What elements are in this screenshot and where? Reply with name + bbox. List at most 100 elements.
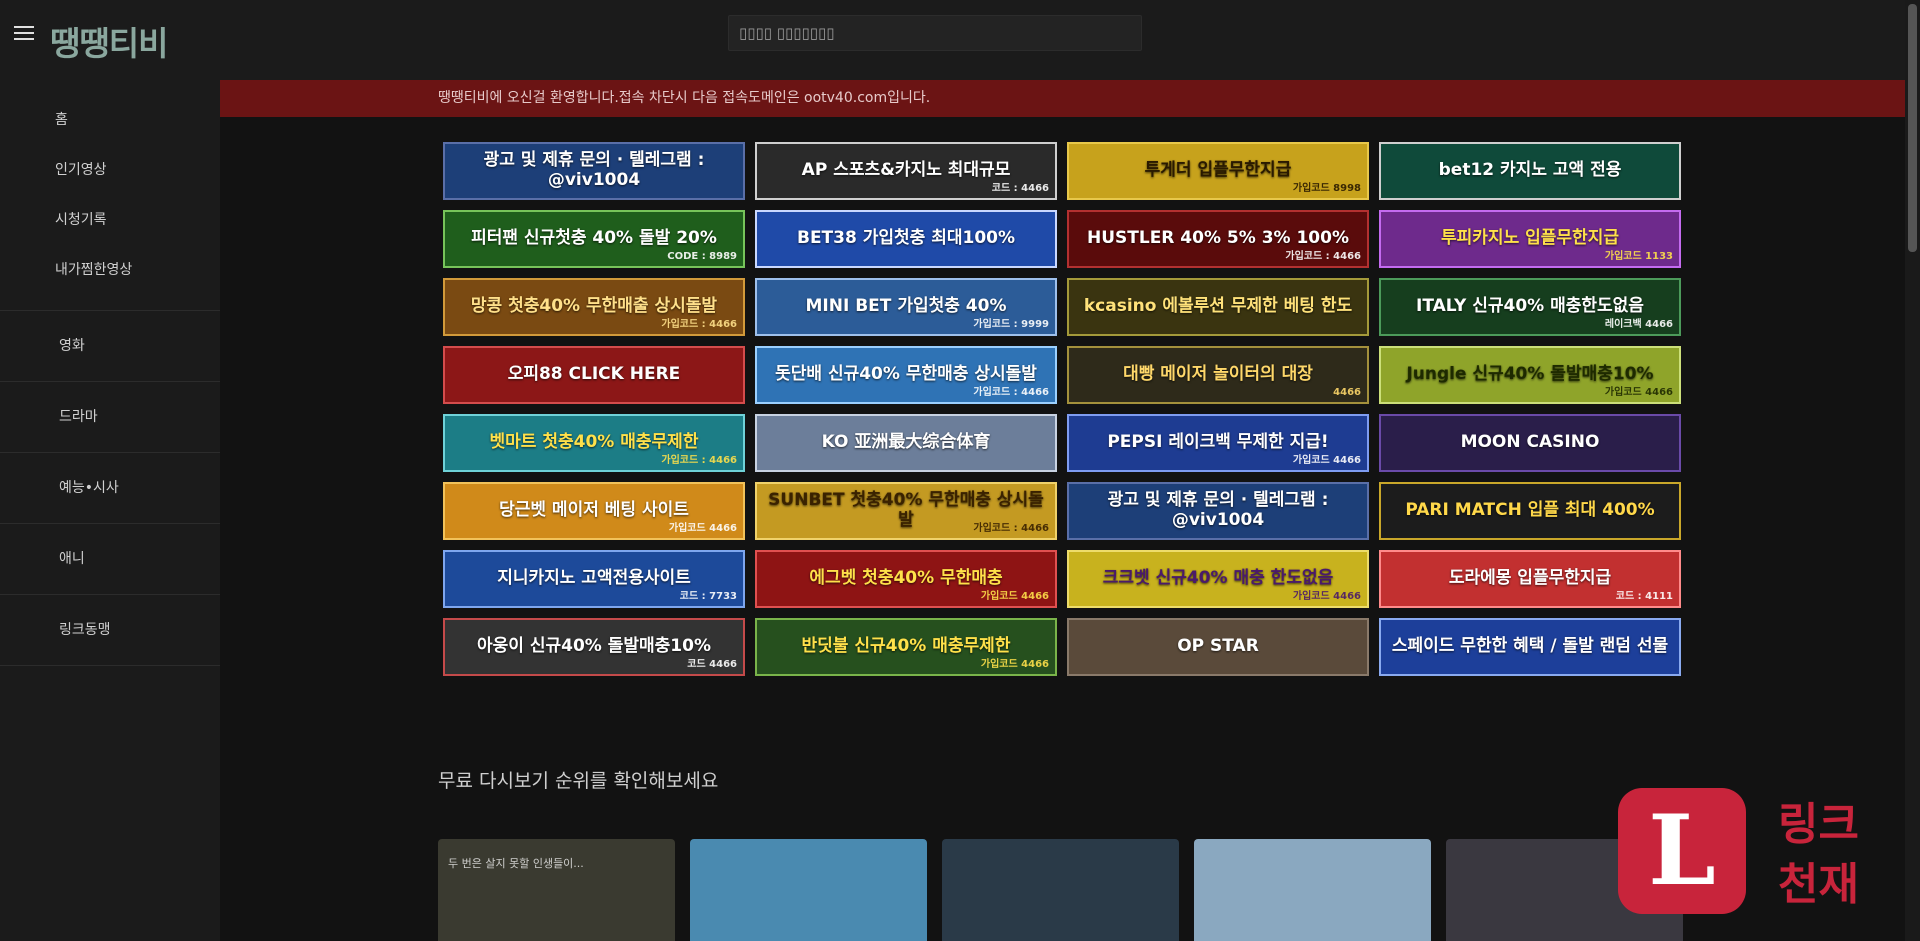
page-scrollbar[interactable] bbox=[1905, 0, 1920, 941]
ad-banner[interactable]: 반딧불 신규40% 매충무제한 가입코드 4466 bbox=[755, 618, 1057, 676]
watermark-logo-box: L bbox=[1618, 788, 1746, 914]
sidebar-category-item[interactable]: 드라마 bbox=[0, 382, 220, 453]
ad-banner-text: 벳마트 첫충40% 매충무제한 bbox=[489, 432, 699, 453]
ad-banner-text: bet12 카지노 고액 전용 bbox=[1438, 160, 1622, 181]
sidebar: 홈 인기영상 시청기록 내가찜한영상 영화 드라마 예능•시사 애니 링크동맹 bbox=[0, 80, 220, 941]
ad-banner[interactable]: HUSTLER 40% 5% 3% 100% 가입코드 : 4466 bbox=[1067, 210, 1369, 268]
ad-banner[interactable]: 투게더 입플무한지급 가입코드 8998 bbox=[1067, 142, 1369, 200]
ad-banner[interactable]: 대빵 메이저 놀이터의 대장 4466 bbox=[1067, 346, 1369, 404]
ad-banner[interactable]: 당근벳 메이저 베팅 사이트가입코드 4466 bbox=[443, 482, 745, 540]
sidebar-category-item[interactable]: 애니 bbox=[0, 524, 220, 595]
ad-banner[interactable]: 지니카지노 고액전용사이트코드 : 7733 bbox=[443, 550, 745, 608]
scrollbar-thumb[interactable] bbox=[1908, 4, 1917, 252]
ad-banner[interactable]: kcasino 에볼루션 무제한 베팅 한도 bbox=[1067, 278, 1369, 336]
ad-banner-code: 가입코드 : 4466 bbox=[973, 523, 1049, 534]
ad-banner-code: 가입코드 : 4466 bbox=[1285, 251, 1361, 262]
ad-banner[interactable]: 도라에몽 입플무한지급 코드 : 4111 bbox=[1379, 550, 1681, 608]
sidebar-item[interactable]: 내가찜한영상 bbox=[0, 245, 220, 295]
link-genius-watermark: L 링크 천재 bbox=[1618, 788, 1888, 918]
ad-banner-code: 가입코드 : 4466 bbox=[661, 319, 737, 330]
ad-banner[interactable]: Jungle 신규40% 돌발매충10% 가입코드 4466 bbox=[1379, 346, 1681, 404]
ad-banner-text: 투피카지노 입플무한지급 bbox=[1441, 228, 1619, 249]
ad-banner-text: 돗단배 신규40% 무한매충 상시돌발 bbox=[775, 364, 1037, 385]
sidebar-item[interactable]: 인기영상 bbox=[0, 145, 220, 195]
ad-banner[interactable]: ITALY 신규40% 매충한도없음 레이크백 4466 bbox=[1379, 278, 1681, 336]
ad-banner-text: BET38 가입첫충 최대100% bbox=[796, 228, 1016, 249]
ad-banner-code: CODE : 8989 bbox=[667, 251, 737, 262]
ad-banner-text: ITALY 신규40% 매충한도없음 bbox=[1416, 296, 1644, 317]
ad-banner-code: 가입코드 4466 bbox=[1292, 455, 1361, 466]
section-title: 무료 다시보기 순위를 확인해보세요 bbox=[438, 770, 719, 792]
ad-banner[interactable]: 아웅이 신규40% 돌발매충10% 코드 4466 bbox=[443, 618, 745, 676]
ad-banner-text: 에그벳 첫충40% 무한매충 bbox=[809, 568, 1003, 589]
ad-banner[interactable]: PARI MATCH 입플 최대 400% bbox=[1379, 482, 1681, 540]
ad-banner-text: 피터팬 신규첫충 40% 돌발 20% bbox=[471, 228, 717, 249]
hamburger-menu-icon[interactable] bbox=[14, 24, 36, 42]
ad-banner-text: 오피88 CLICK HERE bbox=[507, 364, 681, 385]
ad-banner[interactable]: MINI BET 가입첫충 40% 가입코드 : 9999 bbox=[755, 278, 1057, 336]
ad-banner-code: 가입코드 : 9999 bbox=[973, 319, 1049, 330]
ad-banner-code: 가입코드 : 4466 bbox=[661, 455, 737, 466]
ad-banner-text: 대빵 메이저 놀이터의 대장 bbox=[1123, 364, 1313, 385]
ad-banner-text: AP 스포츠&카지노 최대규모 bbox=[801, 160, 1011, 181]
ad-banner-text: 도라에몽 입플무한지급 bbox=[1448, 568, 1612, 589]
sidebar-category-item[interactable]: 예능•시사 bbox=[0, 453, 220, 524]
ad-banner[interactable]: 돗단배 신규40% 무한매충 상시돌발가입코드 : 4466 bbox=[755, 346, 1057, 404]
ad-banner-code: 코드 : 7733 bbox=[679, 591, 737, 602]
poster-caption: 두 번은 살지 못할 인생들이... bbox=[448, 857, 584, 870]
ad-banner-text: 지니카지노 고액전용사이트 bbox=[497, 568, 691, 589]
ad-banner-code: 코드 : 4466 bbox=[991, 183, 1049, 194]
ad-banner[interactable]: AP 스포츠&카지노 최대규모코드 : 4466 bbox=[755, 142, 1057, 200]
ad-banner-code: 가입코드 4466 bbox=[980, 591, 1049, 602]
ad-banner[interactable]: 크크벳 신규40% 매충 한도없음 가입코드 4466 bbox=[1067, 550, 1369, 608]
ad-banner-text: kcasino 에볼루션 무제한 베팅 한도 bbox=[1083, 296, 1353, 317]
ad-banner-text: 투게더 입플무한지급 bbox=[1144, 160, 1292, 181]
ad-banner[interactable]: 오피88 CLICK HERE bbox=[443, 346, 745, 404]
ad-banner[interactable]: SUNBET 첫충40% 무한매충 상시돌발 가입코드 : 4466 bbox=[755, 482, 1057, 540]
sidebar-item[interactable]: 시청기록 bbox=[0, 195, 220, 245]
ad-banner-text: PEPSI 레이크백 무제한 지급! bbox=[1107, 432, 1329, 453]
watermark-text-line1: 링크 bbox=[1778, 799, 1859, 850]
sidebar-category-nav: 영화 드라마 예능•시사 애니 링크동맹 bbox=[0, 311, 220, 666]
ad-banner-code: 4466 bbox=[1333, 387, 1361, 398]
sidebar-category-item[interactable]: 링크동맹 bbox=[0, 595, 220, 666]
ad-banner[interactable]: 광고 및 제휴 문의 · 텔레그램 : @viv1004 bbox=[1067, 482, 1369, 540]
site-logo[interactable]: 땡땡티비 bbox=[50, 17, 168, 65]
app-root: 땡땡티비 홈인기영상시청기록내가찜한영상 영화드라마예능•시사애니링크동맹 땡땡… bbox=[0, 0, 1920, 941]
ad-banner-text: 망콩 첫충40% 무한매출 상시돌발 bbox=[470, 296, 718, 317]
ad-banner[interactable]: BET38 가입첫충 최대100% bbox=[755, 210, 1057, 268]
poster-card[interactable] bbox=[690, 839, 927, 941]
ad-banner-code: 가입코드 : 4466 bbox=[973, 387, 1049, 398]
ad-banner-text: 아웅이 신규40% 돌발매충10% bbox=[477, 636, 711, 657]
ad-banner[interactable]: OP STAR bbox=[1067, 618, 1369, 676]
ad-banner[interactable]: 망콩 첫충40% 무한매출 상시돌발가입코드 : 4466 bbox=[443, 278, 745, 336]
ad-banner[interactable]: 에그벳 첫충40% 무한매충가입코드 4466 bbox=[755, 550, 1057, 608]
watermark-text-line2: 천재 bbox=[1778, 859, 1859, 910]
ad-banner-code: 가입코드 4466 bbox=[1604, 387, 1673, 398]
poster-card[interactable] bbox=[1194, 839, 1431, 941]
ad-banner[interactable]: 벳마트 첫충40% 매충무제한가입코드 : 4466 bbox=[443, 414, 745, 472]
ad-banner-text: 당근벳 메이저 베팅 사이트 bbox=[499, 500, 689, 521]
ad-banner-text: PARI MATCH 입플 최대 400% bbox=[1405, 500, 1655, 521]
ad-banner[interactable]: PEPSI 레이크백 무제한 지급! 가입코드 4466 bbox=[1067, 414, 1369, 472]
ad-banner[interactable]: 피터팬 신규첫충 40% 돌발 20% CODE : 8989 bbox=[443, 210, 745, 268]
poster-card[interactable]: 두 번은 살지 못할 인생들이... bbox=[438, 839, 675, 941]
poster-card[interactable] bbox=[942, 839, 1179, 941]
sidebar-category-item[interactable]: 영화 bbox=[0, 311, 220, 382]
sidebar-item[interactable]: 홈 bbox=[0, 95, 220, 145]
ad-banner-code: 코드 4466 bbox=[687, 659, 737, 670]
ad-banner[interactable]: 투피카지노 입플무한지급 가입코드 1133 bbox=[1379, 210, 1681, 268]
ad-banner-text: 광고 및 제휴 문의 · 텔레그램 : @viv1004 bbox=[483, 150, 705, 190]
ad-banner[interactable]: bet12 카지노 고액 전용 bbox=[1379, 142, 1681, 200]
ad-banner-code: 가입코드 4466 bbox=[668, 523, 737, 534]
ad-banner[interactable]: 광고 및 제휴 문의 · 텔레그램 : @viv1004 bbox=[443, 142, 745, 200]
ad-banner[interactable]: KO 亚洲最大综合体育 bbox=[755, 414, 1057, 472]
ad-banner[interactable]: MOON CASINO bbox=[1379, 414, 1681, 472]
ad-banner-code: 코드 : 4111 bbox=[1615, 591, 1673, 602]
ad-banner-text: MINI BET 가입첫충 40% bbox=[805, 296, 1007, 317]
search-input[interactable] bbox=[728, 15, 1142, 51]
top-header: 땡땡티비 bbox=[0, 0, 1905, 80]
ad-banner[interactable]: 스페이드 무한한 혜택 / 돌발 랜덤 선물 bbox=[1379, 618, 1681, 676]
ad-banner-text: 크크벳 신규40% 매충 한도없음 bbox=[1102, 568, 1334, 589]
ad-banner-text: HUSTLER 40% 5% 3% 100% bbox=[1086, 228, 1349, 249]
